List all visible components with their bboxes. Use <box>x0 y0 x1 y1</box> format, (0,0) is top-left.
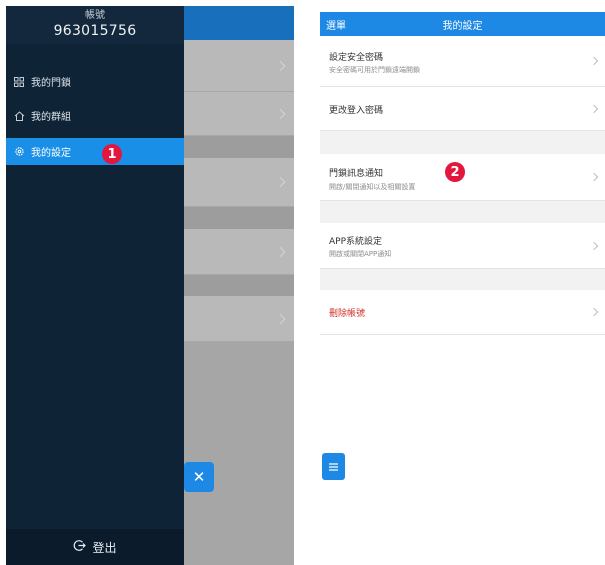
step-badge-2: 2 <box>445 162 465 182</box>
row-subtitle: 開啟/關閉通知以及相關設置 <box>329 183 416 191</box>
row-subtitle: 安全密碼可用於門鎖遠端開鎖 <box>329 66 420 74</box>
drawer-item-my-settings[interactable]: 我的設定 <box>6 138 184 165</box>
gear-icon <box>13 146 25 158</box>
drawer-item-label: 我的群組 <box>31 112 71 123</box>
logout-icon <box>73 539 87 556</box>
settings-row-delete-account[interactable]: 刪除帳號 <box>320 290 605 335</box>
settings-screen: 選單 我的設定 設定安全密碼 安全密碼可用於門鎖遠端開鎖 更改登入密碼 門鎖訊息… <box>320 12 605 563</box>
step-badge-1: 1 <box>102 144 122 164</box>
close-drawer-button[interactable]: ✕ <box>184 462 214 492</box>
chevron-right-icon <box>275 108 286 119</box>
chevron-right-icon <box>275 177 286 187</box>
chevron-right-icon <box>589 172 599 182</box>
close-icon: ✕ <box>192 468 206 486</box>
logout-button[interactable]: 登出 <box>6 529 184 565</box>
empty-area <box>320 335 605 563</box>
settings-row-security-password[interactable]: 設定安全密碼 安全密碼可用於門鎖遠端開鎖 <box>320 36 605 87</box>
menu-icon <box>329 460 338 474</box>
row-subtitle: 開啟或關閉APP通知 <box>329 250 392 258</box>
account-header: 帳號 963015756 <box>6 6 184 44</box>
page-title: 我的設定 <box>442 21 483 32</box>
chevron-right-icon <box>589 56 599 66</box>
open-menu-button[interactable] <box>322 453 345 480</box>
settings-row-app-settings[interactable]: APP系統設定 開啟或關閉APP通知 <box>320 223 605 269</box>
chevron-right-icon <box>589 307 599 317</box>
chevron-right-icon <box>275 60 286 71</box>
grid-icon <box>13 76 25 88</box>
row-title: 刪除帳號 <box>329 309 366 319</box>
row-title: 門鎖訊息通知 <box>329 169 384 179</box>
row-title: 設定安全密碼 <box>329 53 384 63</box>
drawer-screen: 帳號 963015756 我的門鎖 我的群組 我的設定 登出 1 ✕ <box>6 6 294 565</box>
navigation-drawer: 帳號 963015756 我的門鎖 我的群組 我的設定 登出 <box>6 6 184 565</box>
chevron-right-icon <box>275 246 286 257</box>
drawer-item-my-locks[interactable]: 我的門鎖 <box>6 68 184 95</box>
chevron-right-icon <box>275 313 286 324</box>
logout-label: 登出 <box>92 540 117 555</box>
drawer-item-label: 我的門鎖 <box>31 78 71 89</box>
home-icon <box>13 110 25 122</box>
chevron-right-icon <box>589 104 599 113</box>
account-id: 963015756 <box>53 23 137 39</box>
settings-row-change-login-password[interactable]: 更改登入密碼 <box>320 87 605 131</box>
chevron-right-icon <box>589 241 599 250</box>
row-title: 更改登入密碼 <box>329 106 384 116</box>
account-label: 帳號 <box>85 10 105 21</box>
app-header: 選單 我的設定 <box>320 12 605 36</box>
drawer-item-label: 我的設定 <box>31 148 71 159</box>
row-title: APP系統設定 <box>329 237 383 247</box>
drawer-item-my-groups[interactable]: 我的群組 <box>6 102 184 129</box>
